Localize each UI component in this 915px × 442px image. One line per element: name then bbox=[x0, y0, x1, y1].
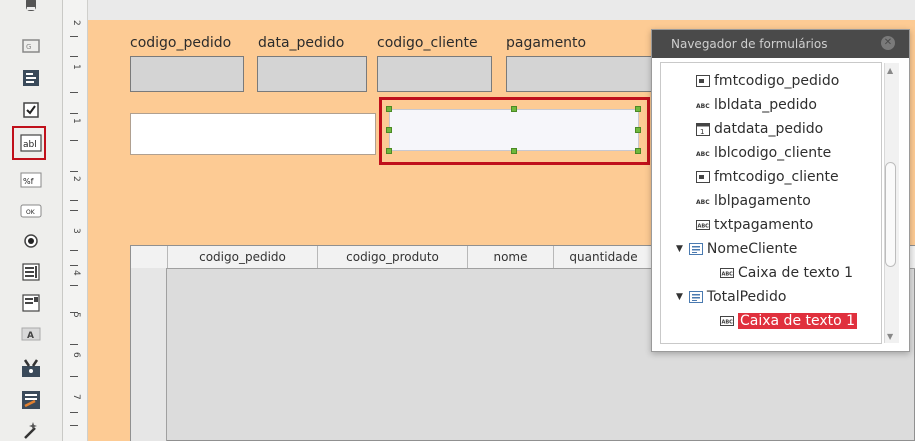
resize-handle[interactable] bbox=[635, 106, 641, 112]
label-icon: ABC bbox=[696, 103, 710, 110]
resize-handle[interactable] bbox=[386, 127, 392, 133]
tree-item[interactable]: fmtcodigo_cliente bbox=[696, 166, 839, 188]
field-codigo-cliente[interactable] bbox=[377, 56, 492, 92]
ruler-number: 7 bbox=[71, 394, 81, 400]
svg-text:ABC: ABC bbox=[696, 103, 710, 110]
ruler-number: 1 bbox=[71, 118, 81, 124]
wizard-icon[interactable] bbox=[17, 418, 45, 442]
tree-item[interactable]: ABC txtpagamento bbox=[696, 214, 813, 236]
text-box-nome-cliente[interactable] bbox=[130, 113, 376, 155]
tree-item[interactable]: ABC lblpagamento bbox=[696, 190, 811, 212]
vertical-ruler: 2 1 1 2 3 4 5 6 7 bbox=[63, 0, 88, 441]
tree-item[interactable]: ABC Caixa de texto 1 bbox=[720, 262, 853, 284]
form-icon bbox=[688, 291, 703, 303]
form-controls-toolbar: G abl %f OK A bbox=[0, 0, 63, 441]
form-properties-icon[interactable] bbox=[17, 388, 45, 412]
tree-item-form[interactable]: ▼ TotalPedido bbox=[676, 286, 786, 308]
ruler-number: 2 bbox=[71, 176, 81, 182]
column-header-codigo-pedido[interactable]: codigo_pedido bbox=[167, 246, 317, 268]
form-navigator-titlebar[interactable]: Navegador de formulários bbox=[652, 30, 909, 58]
svg-text:ABC: ABC bbox=[722, 272, 734, 278]
scroll-down-icon[interactable]: ▼ bbox=[887, 332, 893, 341]
svg-text:ABC: ABC bbox=[698, 224, 710, 230]
table-row-header bbox=[131, 268, 167, 441]
push-button-tool-icon[interactable]: OK bbox=[17, 199, 45, 223]
text-box-icon: ABC bbox=[720, 268, 734, 278]
label-data-pedido[interactable]: data_pedido bbox=[258, 35, 344, 51]
ruler-number: 3 bbox=[71, 228, 81, 234]
scrollbar-thumb[interactable] bbox=[885, 162, 896, 267]
svg-text:ABC: ABC bbox=[722, 320, 734, 326]
tree-item[interactable]: ABC lblcodigo_cliente bbox=[696, 142, 831, 164]
label-codigo-cliente[interactable]: codigo_cliente bbox=[377, 35, 478, 51]
text-box-total-pedido[interactable] bbox=[389, 109, 639, 151]
resize-handle[interactable] bbox=[635, 127, 641, 133]
resize-handle[interactable] bbox=[386, 106, 392, 112]
label-codigo-pedido[interactable]: codigo_pedido bbox=[130, 35, 231, 51]
tree-item[interactable]: 1 datdata_pedido bbox=[696, 118, 823, 140]
svg-text:ABC: ABC bbox=[696, 151, 710, 158]
ruler-number: 4 bbox=[71, 270, 81, 276]
svg-text:G: G bbox=[26, 43, 31, 51]
column-header-nome[interactable]: nome bbox=[467, 246, 553, 268]
design-mode-icon[interactable] bbox=[17, 356, 45, 380]
scroll-up-icon[interactable]: ▲ bbox=[887, 66, 893, 75]
text-box-icon: ABC bbox=[720, 316, 734, 326]
text-box-tool-icon[interactable]: abl bbox=[17, 131, 45, 155]
form-navigator-title: Navegador de formulários bbox=[671, 37, 828, 51]
group-box-icon[interactable]: G bbox=[17, 34, 45, 58]
svg-text:1: 1 bbox=[700, 128, 704, 136]
tree-item-selected[interactable]: ABC Caixa de texto 1 bbox=[720, 310, 858, 332]
ruler-number: 5 bbox=[71, 312, 81, 318]
svg-text:%f: %f bbox=[23, 177, 34, 186]
resize-handle[interactable] bbox=[635, 148, 641, 154]
resize-handle[interactable] bbox=[511, 148, 517, 154]
row-header-corner bbox=[131, 246, 167, 268]
field-pagamento[interactable] bbox=[506, 56, 653, 92]
tree-item[interactable]: ABC lbldata_pedido bbox=[696, 94, 817, 116]
label-icon: ABC bbox=[696, 199, 710, 206]
svg-text:OK: OK bbox=[26, 209, 36, 216]
list-box-icon[interactable] bbox=[17, 260, 45, 284]
column-header-codigo-produto[interactable]: codigo_produto bbox=[317, 246, 467, 268]
formatted-field-icon[interactable]: %f bbox=[17, 168, 45, 192]
option-button-icon[interactable] bbox=[17, 229, 45, 253]
formatted-field-icon bbox=[696, 75, 710, 87]
svg-text:ABC: ABC bbox=[696, 199, 710, 206]
date-field-icon: 1 bbox=[696, 123, 710, 136]
ruler-number: 2 bbox=[71, 20, 81, 26]
tree-item-form[interactable]: ▼ NomeCliente bbox=[676, 238, 797, 260]
ruler-number: 1 bbox=[71, 64, 81, 70]
label-icon: ABC bbox=[696, 151, 710, 158]
column-header-quantidade[interactable]: quantidade bbox=[553, 246, 653, 268]
combo-box-icon[interactable] bbox=[17, 291, 45, 315]
form-icon bbox=[688, 243, 703, 255]
field-codigo-pedido[interactable] bbox=[130, 56, 244, 92]
label-field-tool-icon[interactable]: A bbox=[17, 322, 45, 346]
svg-text:A: A bbox=[27, 331, 34, 341]
resize-handle[interactable] bbox=[386, 148, 392, 154]
expand-triangle-icon[interactable]: ▼ bbox=[676, 238, 683, 260]
text-box-icon: ABC bbox=[696, 220, 710, 230]
formatted-field-icon bbox=[696, 171, 710, 183]
checkbox-tool-icon[interactable] bbox=[17, 98, 45, 122]
svg-text:abl: abl bbox=[23, 140, 37, 150]
formatted-field-tool-icon[interactable] bbox=[17, 66, 45, 90]
resize-handle[interactable] bbox=[511, 106, 517, 112]
field-data-pedido[interactable] bbox=[257, 56, 367, 92]
tree-item[interactable]: fmtcodigo_pedido bbox=[696, 70, 839, 92]
mouse-icon[interactable] bbox=[17, 0, 45, 18]
close-icon[interactable]: ✕ bbox=[881, 36, 895, 50]
ruler-number: 6 bbox=[71, 352, 81, 358]
label-pagamento[interactable]: pagamento bbox=[506, 35, 586, 51]
expand-triangle-icon[interactable]: ▼ bbox=[676, 286, 683, 308]
canvas-top-margin bbox=[88, 0, 915, 20]
